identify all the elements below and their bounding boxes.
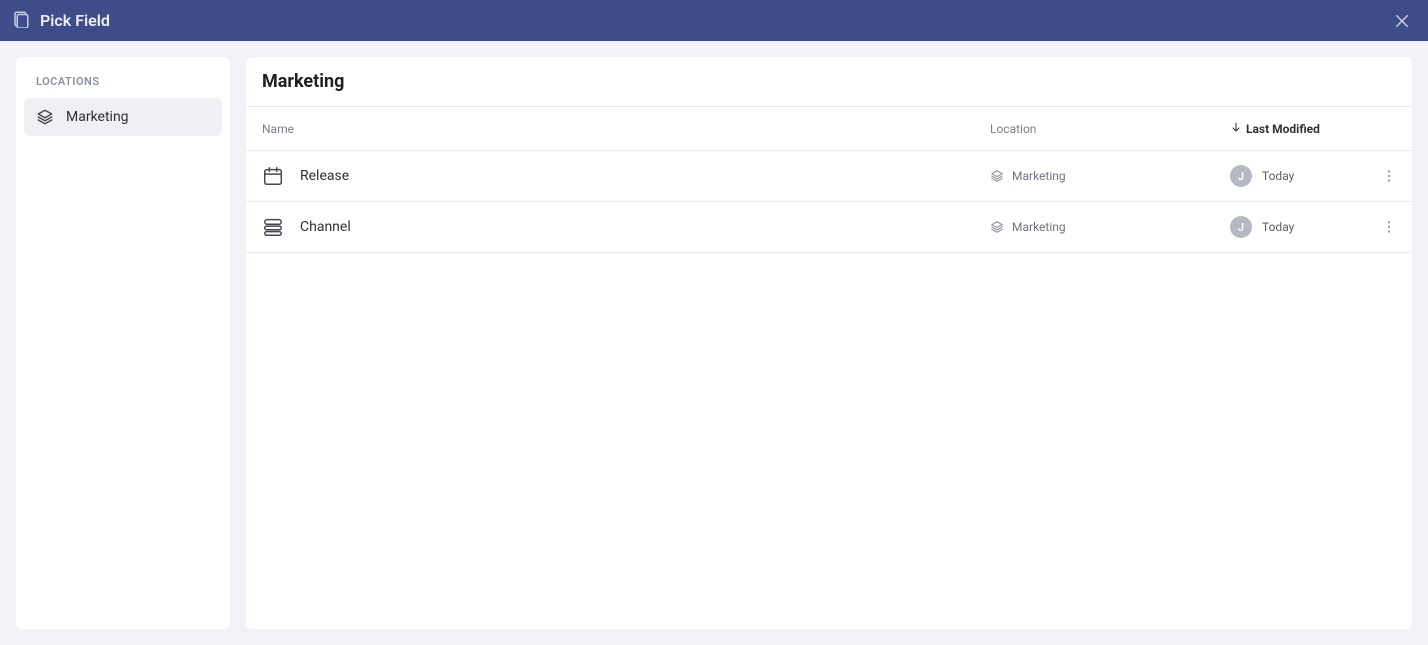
row-menu-button[interactable] bbox=[1378, 219, 1400, 235]
close-button[interactable] bbox=[1388, 7, 1416, 35]
main-title: Marketing bbox=[246, 57, 1412, 107]
avatar: J bbox=[1230, 165, 1252, 187]
sidebar-heading: LOCATIONS bbox=[24, 69, 222, 98]
layers-icon bbox=[990, 220, 1004, 234]
column-location[interactable]: Location bbox=[990, 122, 1230, 136]
sidebar-item-label: Marketing bbox=[66, 109, 129, 125]
row-location: Marketing bbox=[1012, 220, 1066, 234]
field-icon bbox=[12, 10, 30, 32]
row-name: Release bbox=[300, 168, 349, 184]
row-modified: Today bbox=[1262, 169, 1294, 183]
table-row[interactable]: Release Marketing J Today bbox=[246, 151, 1412, 202]
sidebar: LOCATIONS Marketing bbox=[16, 57, 230, 629]
sidebar-item-marketing[interactable]: Marketing bbox=[24, 98, 222, 136]
table-header: Name Location Last Modified bbox=[246, 107, 1412, 151]
dialog-title: Pick Field bbox=[40, 11, 110, 30]
avatar: J bbox=[1230, 216, 1252, 238]
layers-icon bbox=[990, 169, 1004, 183]
column-name[interactable]: Name bbox=[258, 122, 990, 136]
layers-icon bbox=[36, 108, 54, 126]
row-modified: Today bbox=[1262, 220, 1294, 234]
calendar-icon bbox=[262, 165, 284, 187]
row-menu-button[interactable] bbox=[1378, 168, 1400, 184]
row-location: Marketing bbox=[1012, 169, 1066, 183]
list-icon bbox=[262, 216, 284, 238]
dialog-header: Pick Field bbox=[0, 0, 1428, 41]
row-name: Channel bbox=[300, 219, 351, 235]
sort-desc-icon bbox=[1230, 121, 1242, 136]
column-last-modified[interactable]: Last Modified bbox=[1230, 121, 1400, 136]
main-panel: Marketing Name Location Last Modified bbox=[246, 57, 1412, 629]
fields-table: Name Location Last Modified bbox=[246, 107, 1412, 253]
table-row[interactable]: Channel Marketing J Today bbox=[246, 202, 1412, 253]
